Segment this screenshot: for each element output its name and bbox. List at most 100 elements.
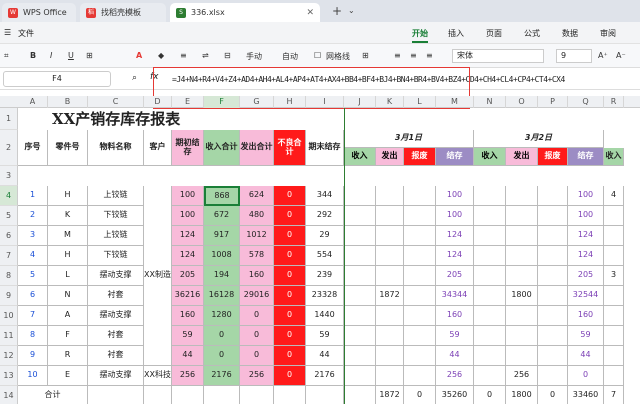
cell-ship-total[interactable]: 29016 bbox=[240, 286, 274, 306]
fill-color-icon[interactable]: ◆ bbox=[158, 51, 164, 60]
decrease-font-icon[interactable]: A⁻ bbox=[616, 51, 626, 60]
cell-opening[interactable]: 100 bbox=[172, 206, 204, 226]
cell-day2[interactable] bbox=[538, 346, 568, 366]
cell-closing[interactable]: 23328 bbox=[306, 286, 344, 306]
cell-day1[interactable] bbox=[404, 246, 436, 266]
cell-next-recv[interactable]: 4 bbox=[604, 186, 624, 206]
cell-next-recv[interactable] bbox=[604, 366, 624, 386]
font-size-select[interactable]: 9 bbox=[556, 49, 592, 63]
menu-data[interactable]: 数据 bbox=[562, 28, 578, 39]
cell-day1[interactable] bbox=[404, 266, 436, 286]
cell[interactable] bbox=[240, 386, 274, 404]
sub-header-ship[interactable]: 发出 bbox=[376, 148, 404, 166]
cell-closing[interactable]: 292 bbox=[306, 206, 344, 226]
sub-header-scrap[interactable]: 报废 bbox=[404, 148, 436, 166]
row-header-1[interactable]: 1 bbox=[0, 108, 18, 130]
cell-day2[interactable]: 59 bbox=[568, 326, 604, 346]
column-header-H[interactable]: H bbox=[274, 96, 306, 108]
cell-next-recv[interactable] bbox=[604, 286, 624, 306]
cell-day2[interactable] bbox=[474, 366, 506, 386]
cell-recv-total[interactable]: 672 bbox=[204, 206, 240, 226]
format-painter-icon[interactable]: ⌗ bbox=[4, 51, 9, 61]
cell-seq[interactable]: 6 bbox=[18, 286, 48, 306]
header-material[interactable]: 物料名称 bbox=[88, 130, 144, 166]
cell-next-recv[interactable] bbox=[604, 206, 624, 226]
cell-closing[interactable]: 1440 bbox=[306, 306, 344, 326]
cell-day1[interactable] bbox=[344, 206, 376, 226]
cell-day2[interactable]: 32544 bbox=[568, 286, 604, 306]
row-header-12[interactable]: 12 bbox=[0, 346, 18, 366]
cell-part[interactable]: R bbox=[48, 346, 88, 366]
cell-day1[interactable] bbox=[376, 246, 404, 266]
cell-opening[interactable]: 59 bbox=[172, 326, 204, 346]
column-header-I[interactable]: I bbox=[306, 96, 344, 108]
cell-day2[interactable]: 124 bbox=[568, 226, 604, 246]
column-header-A[interactable]: A bbox=[18, 96, 48, 108]
row-header-3[interactable]: 3 bbox=[0, 166, 18, 186]
cell-day1[interactable]: 1872 bbox=[376, 286, 404, 306]
cell-part[interactable]: N bbox=[48, 286, 88, 306]
cell-material[interactable]: 衬套 bbox=[88, 346, 144, 366]
cell-material[interactable]: 衬套 bbox=[88, 286, 144, 306]
cell-closing[interactable]: 29 bbox=[306, 226, 344, 246]
font-color-icon[interactable]: A bbox=[136, 51, 142, 60]
sub-header-ship[interactable]: 发出 bbox=[506, 148, 538, 166]
sub-header-recv[interactable]: 收入 bbox=[344, 148, 376, 166]
cell-day2[interactable] bbox=[506, 246, 538, 266]
cell-material[interactable]: 摆动支撑 bbox=[88, 366, 144, 386]
cell-day1[interactable] bbox=[404, 206, 436, 226]
gridlines-checkbox[interactable]: ☐ bbox=[314, 51, 321, 60]
header-customer[interactable]: 客户 bbox=[144, 130, 172, 166]
row-header-6[interactable]: 6 bbox=[0, 226, 18, 246]
cell-day1[interactable] bbox=[376, 206, 404, 226]
total-label[interactable]: 合计 bbox=[18, 386, 88, 404]
font-family-select[interactable]: 宋体 bbox=[452, 49, 544, 63]
column-header-L[interactable]: L bbox=[404, 96, 436, 108]
cell-part[interactable]: F bbox=[48, 326, 88, 346]
tab-template[interactable]: 稻 找稻壳模板 bbox=[80, 3, 166, 22]
cell-defect-total[interactable]: 0 bbox=[274, 266, 306, 286]
cell-seq[interactable]: 8 bbox=[18, 326, 48, 346]
cell-closing[interactable]: 239 bbox=[306, 266, 344, 286]
merge-icon[interactable]: ⊟ bbox=[224, 51, 231, 60]
cell[interactable] bbox=[306, 386, 344, 404]
total-next-recv[interactable]: 7 bbox=[604, 386, 624, 404]
cell-day1[interactable] bbox=[376, 226, 404, 246]
cell[interactable] bbox=[274, 386, 306, 404]
name-box[interactable]: F4 bbox=[3, 71, 111, 87]
cell-day2[interactable] bbox=[538, 186, 568, 206]
total-day1[interactable] bbox=[344, 386, 376, 404]
cell-material[interactable]: 衬套 bbox=[88, 326, 144, 346]
cell-day1[interactable] bbox=[344, 286, 376, 306]
cell-day2[interactable]: 44 bbox=[568, 346, 604, 366]
cell-closing[interactable]: 2176 bbox=[306, 366, 344, 386]
column-header-B[interactable]: B bbox=[48, 96, 88, 108]
new-tab-icon[interactable]: + bbox=[332, 4, 342, 18]
align-center-icon[interactable]: ≡ bbox=[410, 51, 417, 60]
cell-day1[interactable]: 34344 bbox=[436, 286, 474, 306]
cell-day2[interactable]: 124 bbox=[568, 246, 604, 266]
column-header-M[interactable]: M bbox=[436, 96, 474, 108]
cell-day1[interactable]: 124 bbox=[436, 246, 474, 266]
cell-day2[interactable]: 160 bbox=[568, 306, 604, 326]
column-header-E[interactable]: E bbox=[172, 96, 204, 108]
cell-day2[interactable] bbox=[474, 346, 506, 366]
cell[interactable] bbox=[172, 386, 204, 404]
total-day2[interactable]: 0 bbox=[474, 386, 506, 404]
cell-closing[interactable]: 554 bbox=[306, 246, 344, 266]
cell-seq[interactable]: 2 bbox=[18, 206, 48, 226]
cell-opening[interactable]: 205 bbox=[172, 266, 204, 286]
cell-day1[interactable] bbox=[344, 226, 376, 246]
column-header-D[interactable]: D bbox=[144, 96, 172, 108]
cell-defect-total[interactable]: 0 bbox=[274, 246, 306, 266]
column-header-N[interactable]: N bbox=[474, 96, 506, 108]
cell-ship-total[interactable]: 0 bbox=[240, 326, 274, 346]
cell-day2[interactable] bbox=[538, 206, 568, 226]
cell-opening[interactable]: 124 bbox=[172, 246, 204, 266]
sub-header-bal[interactable]: 结存 bbox=[568, 148, 604, 166]
cell-day2[interactable] bbox=[506, 266, 538, 286]
cell-day2[interactable] bbox=[506, 346, 538, 366]
cell-ship-total[interactable]: 480 bbox=[240, 206, 274, 226]
cell-recv-total[interactable]: 868 bbox=[204, 186, 240, 206]
cell-day2[interactable] bbox=[474, 246, 506, 266]
